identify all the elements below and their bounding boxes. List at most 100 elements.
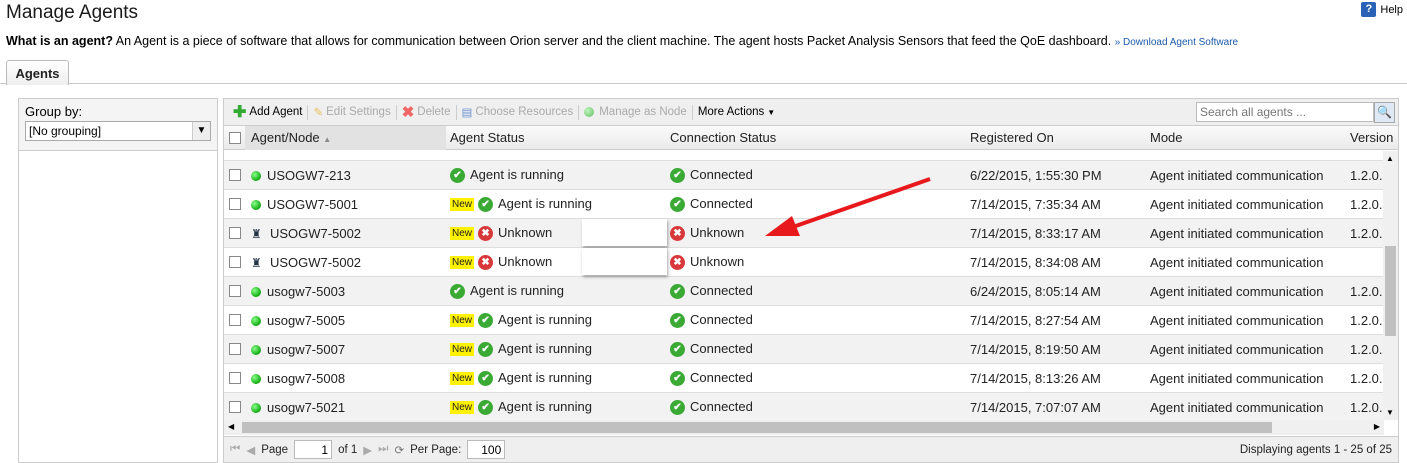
connection-status-text: Unknown (690, 253, 745, 269)
per-page-input[interactable] (467, 440, 506, 459)
registered-on: 7/14/2015, 8:19:50 AM (970, 341, 1101, 357)
agent-node[interactable]: ♜ USOGW7-5002 (245, 226, 446, 241)
check-icon: ✔ (450, 284, 465, 300)
agent-node[interactable]: usogw7-5021 (245, 400, 446, 415)
first-page-icon[interactable]: ⏮ (230, 443, 240, 456)
prev-page-icon[interactable]: ◀ (246, 443, 255, 457)
mode: Agent initiated communication (1150, 283, 1324, 299)
agent-name: usogw7-5007 (267, 341, 346, 357)
row-checkbox[interactable] (228, 314, 241, 326)
connection-status-text: Connected (690, 340, 753, 356)
registered-on: 7/14/2015, 8:33:17 AM (970, 225, 1101, 241)
row-checkbox[interactable] (228, 372, 241, 384)
registered-on: 6/24/2015, 8:05:14 AM (970, 283, 1101, 299)
agent-name: USOGW7-5002 (270, 254, 362, 270)
status-dot-icon (251, 403, 261, 414)
delete-icon: ✖ (401, 104, 415, 121)
registered-on: 7/14/2015, 8:27:54 AM (970, 312, 1101, 328)
agent-status-text: Agent is running (498, 340, 592, 356)
row-checkbox[interactable] (228, 198, 241, 210)
row-checkbox[interactable] (228, 227, 241, 239)
col-agent-status[interactable]: Agent Status (446, 130, 666, 145)
mode: Agent initiated communication (1150, 254, 1324, 270)
connection-status-text: Connected (690, 398, 753, 414)
status-dot-icon (251, 316, 261, 327)
row-checkbox[interactable] (228, 285, 241, 297)
agent-name: USOGW7-5002 (270, 225, 362, 241)
new-badge: New (450, 256, 475, 270)
group-by-label: Group by: (25, 104, 83, 119)
check-icon: ✔ (670, 342, 685, 358)
refresh-icon[interactable]: ⟳ (394, 443, 404, 457)
help-link[interactable]: ? Help (1361, 2, 1403, 17)
page-title: Manage Agents (6, 2, 139, 23)
col-registered-on[interactable]: Registered On (966, 130, 1146, 145)
agent-status-text: Agent is running (498, 195, 592, 211)
search-input[interactable] (1196, 102, 1374, 122)
table-row[interactable]: usogw7-5021 New ✔ Agent is running ✔ Connec… (224, 393, 1384, 420)
more-actions-button[interactable]: More Actions ▼ (693, 106, 780, 118)
horizontal-scrollbar[interactable]: ◀ ▶ (224, 420, 1384, 435)
manage-label: Manage as Node (599, 106, 687, 118)
edit-settings-button[interactable]: ✎ Edit Settings (308, 105, 395, 119)
agent-node[interactable]: usogw7-5008 (245, 371, 446, 386)
col-mode[interactable]: Mode (1146, 130, 1346, 145)
page-input[interactable] (294, 440, 333, 459)
registered-on: 7/14/2015, 7:07:07 AM (970, 399, 1101, 415)
agent-node[interactable]: ♜ USOGW7-5002 (245, 255, 446, 270)
connection-status: ✔ Connected (666, 167, 966, 184)
last-page-icon[interactable]: ⏭ (378, 443, 388, 456)
check-icon: ✔ (670, 313, 685, 329)
table-row[interactable]: USOGW7-213 ✔ Agent is running ✔ Connected … (224, 161, 1384, 190)
check-icon: ✔ (670, 400, 685, 416)
tab-agents[interactable]: Agents (6, 60, 69, 85)
help-label: Help (1380, 3, 1403, 16)
connection-status: ✔ Connected (666, 312, 966, 329)
agent-node[interactable]: usogw7-5003 (245, 284, 446, 299)
agent-name: usogw7-5003 (267, 283, 346, 299)
manage-node-button[interactable]: Manage as Node (579, 106, 692, 118)
chevron-down-icon: ▼ (192, 122, 210, 140)
edit-label: Edit Settings (326, 106, 391, 118)
table-row[interactable]: USOGW7-5001 New ✔ Agent is running ✔ Connec… (224, 190, 1384, 219)
add-agent-button[interactable]: ✚ Add Agent (228, 102, 307, 122)
list-icon: ▤ (461, 107, 473, 119)
col-agent-node[interactable]: Agent/Node ▲ (245, 125, 446, 150)
vertical-scrollbar[interactable]: ▲ ▼ (1383, 151, 1398, 420)
row-checkbox[interactable] (228, 343, 241, 355)
col-connection-status[interactable]: Connection Status (666, 130, 966, 145)
choose-resources-button[interactable]: ▤ Choose Resources (457, 105, 579, 119)
group-by-select[interactable]: [No grouping] ▼ (25, 121, 211, 141)
select-all-checkbox[interactable] (228, 131, 241, 144)
table-row[interactable]: ♜ USOGW7-5002 New ✖ Unknown ✖ Unknown 7/14/2… (224, 248, 1384, 277)
table-row[interactable]: ♜ USOGW7-5002 New ✖ Unknown ✖ Unknown 7/14/2… (224, 219, 1384, 248)
agent-status: New ✔ Agent is running (446, 399, 666, 416)
delete-button[interactable]: ✖ Delete (397, 103, 456, 121)
col-version[interactable]: Version (1346, 130, 1398, 145)
agent-node[interactable]: USOGW7-5001 (245, 197, 446, 212)
check-icon: ✔ (450, 168, 465, 184)
connection-status: ✖ Unknown (666, 253, 966, 271)
agent-node[interactable]: usogw7-5007 (245, 342, 446, 357)
description: What is an agent? An Agent is a piece of… (6, 34, 1238, 48)
download-agent-link[interactable]: » Download Agent Software (1115, 37, 1238, 48)
search-icon[interactable]: 🔍 (1374, 102, 1395, 123)
row-checkbox[interactable] (228, 401, 241, 413)
check-icon: ✔ (670, 168, 685, 184)
agent-name: USOGW7-213 (267, 167, 351, 183)
unknown-agent-icon: ♜ (251, 255, 262, 270)
agent-node[interactable]: usogw7-5005 (245, 313, 446, 328)
table-row[interactable]: usogw7-5008 New ✔ Agent is running ✔ Connec… (224, 364, 1384, 393)
agent-node[interactable]: USOGW7-213 (245, 168, 446, 183)
row-checkbox[interactable] (228, 256, 241, 268)
desc-heading: What is an agent? (6, 34, 113, 48)
more-label: More Actions (697, 106, 765, 118)
next-page-icon[interactable]: ▶ (363, 443, 372, 457)
table-row[interactable]: usogw7-5007 New ✔ Agent is running ✔ Connec… (224, 335, 1384, 364)
pencil-icon: ✎ (313, 107, 324, 119)
check-icon: ✔ (478, 313, 494, 329)
table-row[interactable]: usogw7-5003 ✔ Agent is running ✔ Connected… (224, 277, 1384, 306)
table-row[interactable]: usogw7-5005 New ✔ Agent is running ✔ Connec… (224, 306, 1384, 335)
status-dot-icon (251, 200, 261, 211)
row-checkbox[interactable] (228, 169, 241, 181)
